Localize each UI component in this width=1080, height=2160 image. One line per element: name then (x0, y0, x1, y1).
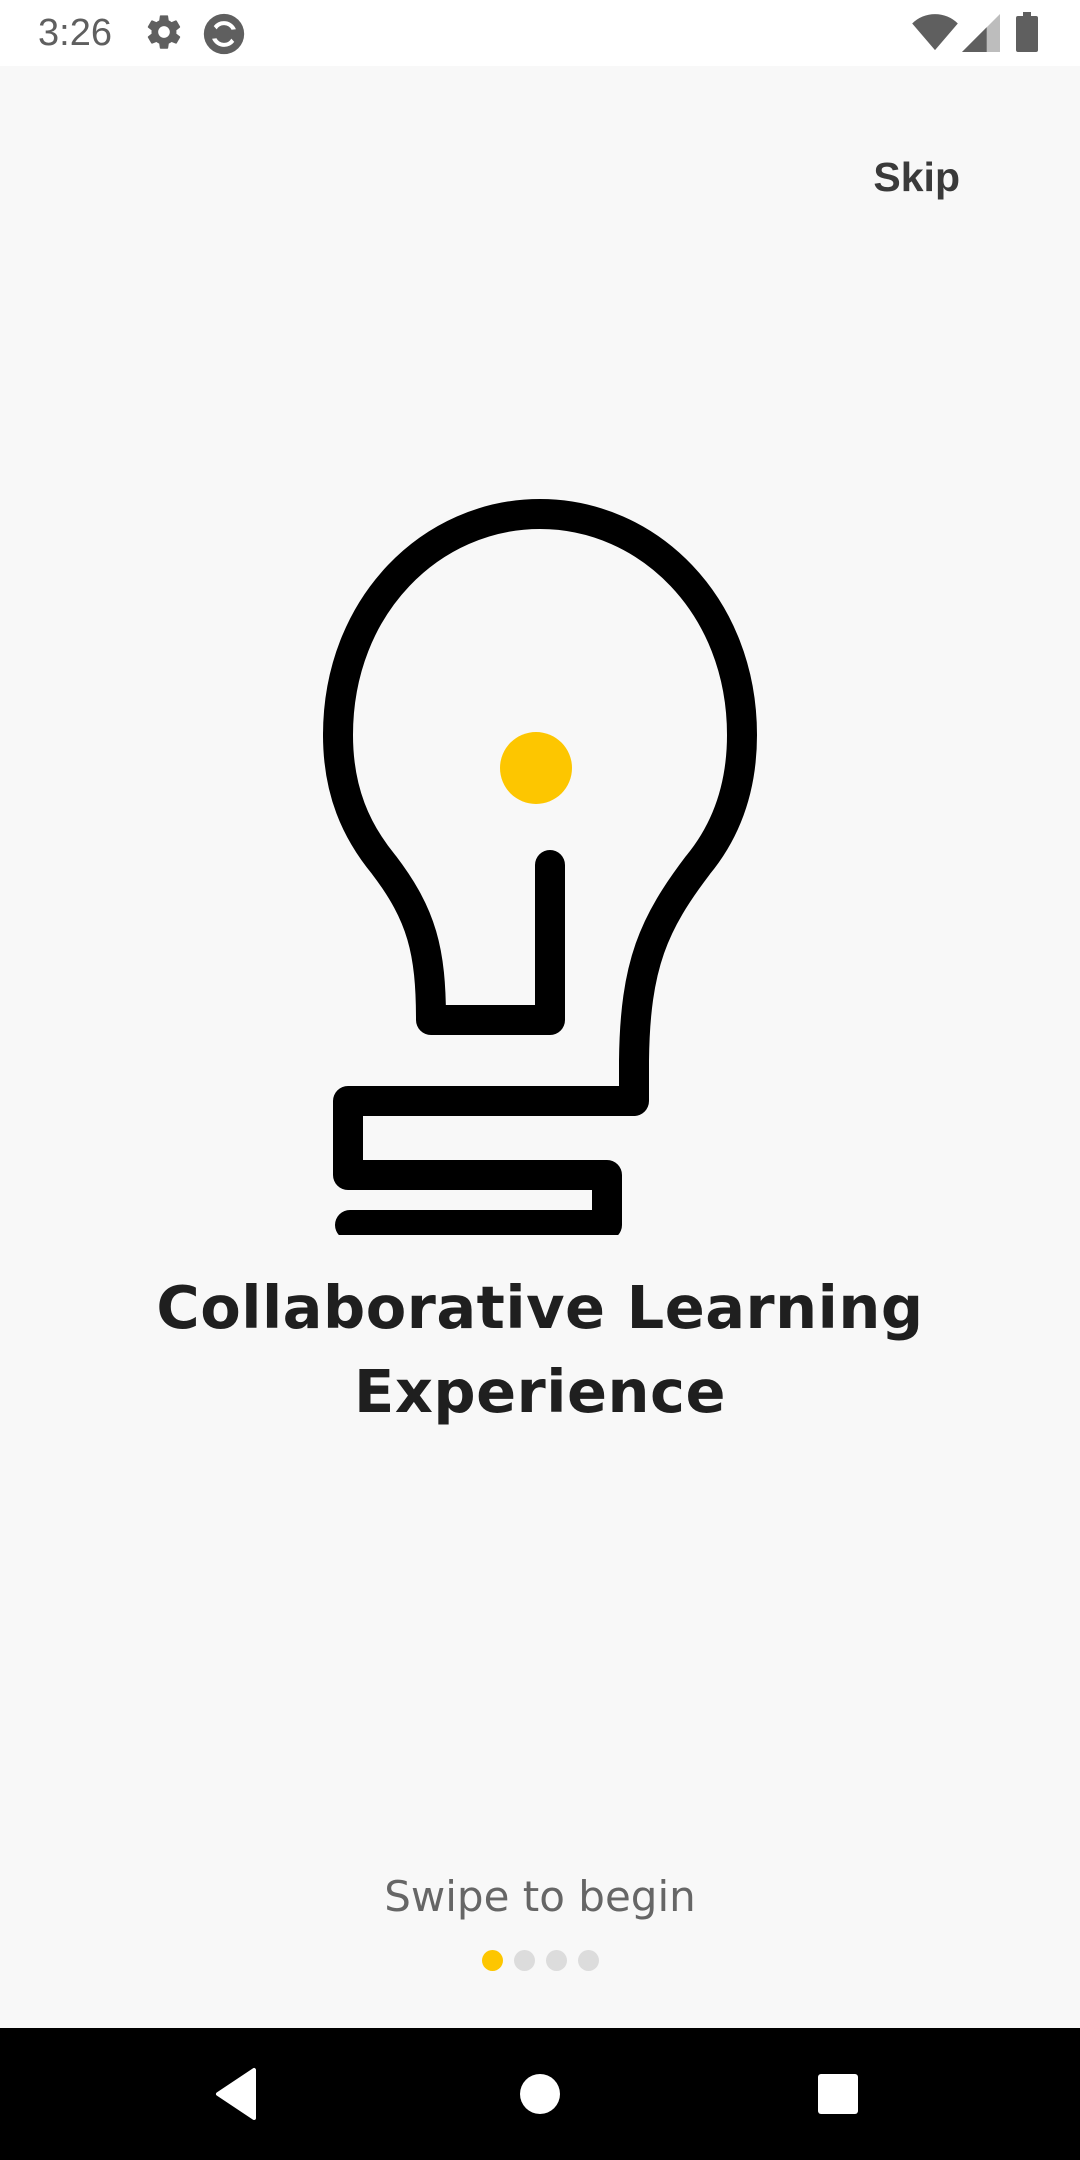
battery-icon (1016, 12, 1038, 57)
status-time: 3:26 (38, 12, 112, 54)
lightbulb-dot (500, 732, 572, 804)
page-dot-3 (545, 1950, 567, 1971)
navigation-bar (0, 2028, 1080, 2160)
skip-button[interactable]: Skip (863, 132, 970, 222)
sync-icon (202, 12, 246, 61)
home-icon[interactable] (510, 2064, 570, 2124)
page-dot-2 (513, 1950, 535, 1971)
swipe-hint: Swipe to begin (384, 1872, 696, 1921)
onboarding-headline: Collaborative Learning Experience (156, 1273, 924, 1426)
wifi-icon (912, 14, 958, 57)
gear-icon (144, 12, 184, 57)
page-dot-4 (577, 1950, 599, 1971)
onboarding-screen[interactable]: Skip Collaborative Learning Experience S… (0, 66, 1080, 2028)
recents-icon[interactable] (808, 2064, 868, 2124)
signal-icon (962, 14, 1000, 57)
page-dot-1 (481, 1950, 503, 1971)
back-icon[interactable] (208, 2064, 268, 2124)
lightbulb-logo (323, 499, 757, 1235)
page-indicator (0, 1950, 1080, 1972)
status-bar: 3:26 (0, 0, 1080, 66)
